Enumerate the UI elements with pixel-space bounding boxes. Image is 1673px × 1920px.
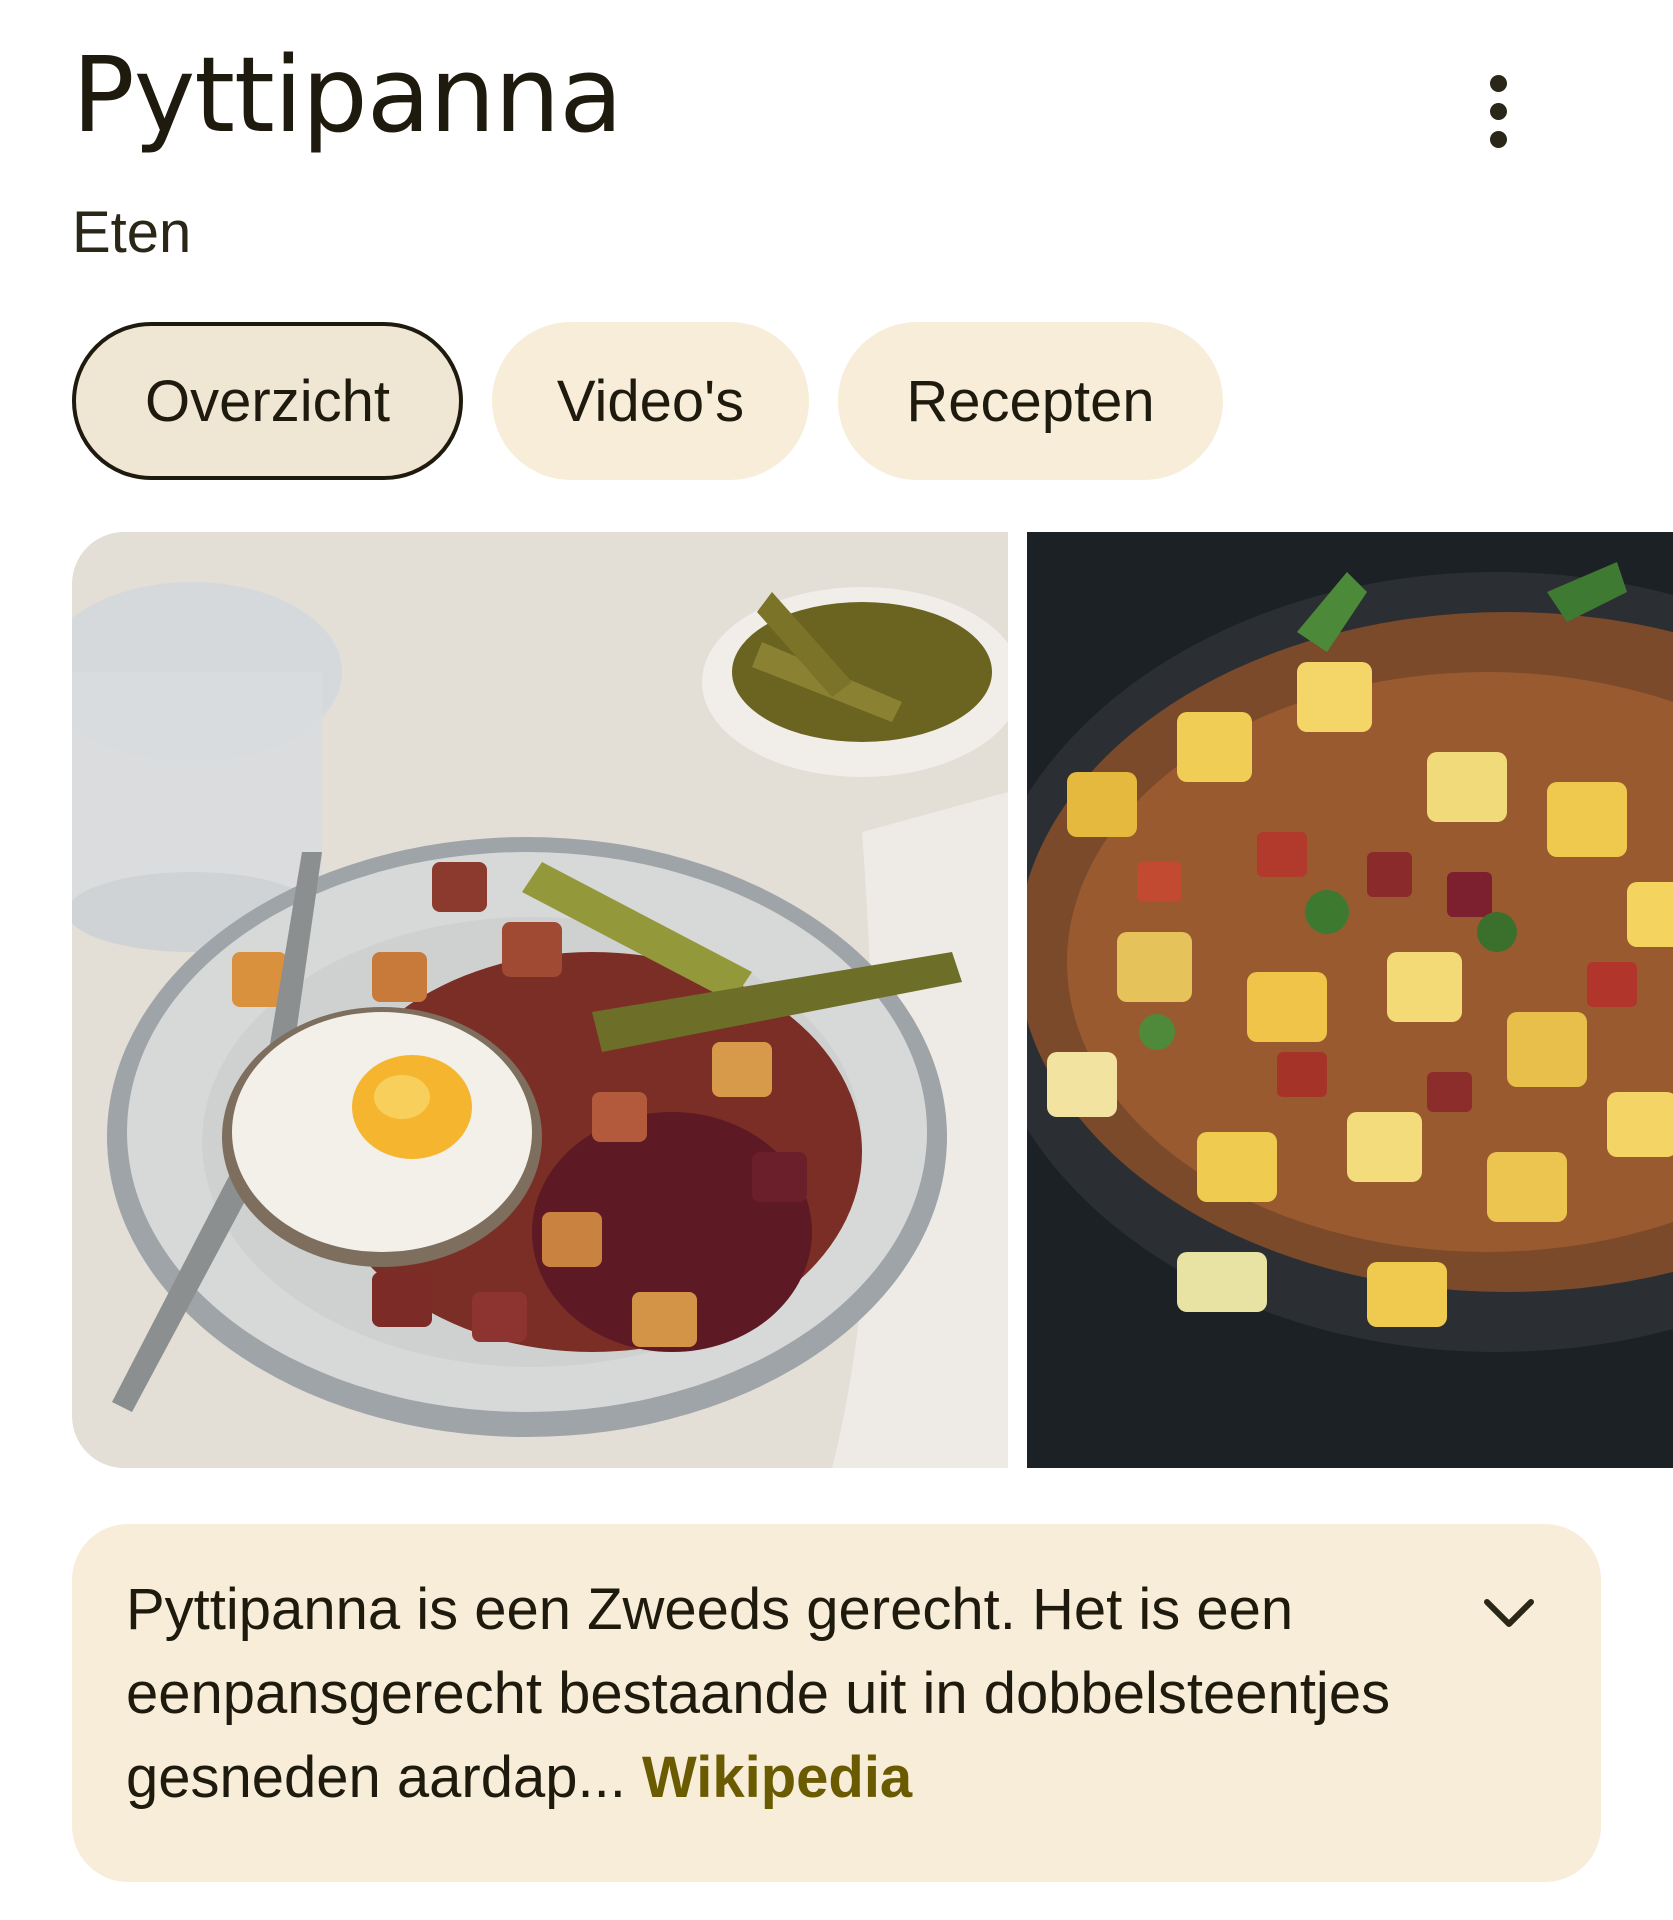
more-vert-icon-dot [1489,102,1507,120]
page-title: Pyttipanna [72,34,623,156]
image-carousel[interactable] [72,532,1673,1468]
tab-overzicht[interactable]: Overzicht [72,322,463,480]
chevron-down-icon [1484,1599,1534,1627]
expand-description-button[interactable] [1473,1580,1545,1652]
food-image-pan[interactable] [1027,532,1673,1468]
tab-videos[interactable]: Video's [492,322,809,480]
knowledge-panel: Pyttipanna Eten Overzicht Video's Recept… [0,0,1673,1920]
more-vert-icon [1489,74,1507,92]
more-options-button[interactable] [1460,66,1536,156]
tab-recepten[interactable]: Recepten [838,322,1223,480]
description-text: Pyttipanna is een Zweeds gerecht. Het is… [126,1568,1441,1820]
entity-type-label: Eten [72,200,192,265]
more-vert-icon-dot [1489,130,1507,148]
food-image-plate[interactable] [72,532,1008,1468]
description-card: Pyttipanna is een Zweeds gerecht. Het is… [72,1524,1601,1882]
tab-bar: Overzicht Video's Recepten [72,322,1223,480]
source-link[interactable]: Wikipedia [642,1745,912,1810]
